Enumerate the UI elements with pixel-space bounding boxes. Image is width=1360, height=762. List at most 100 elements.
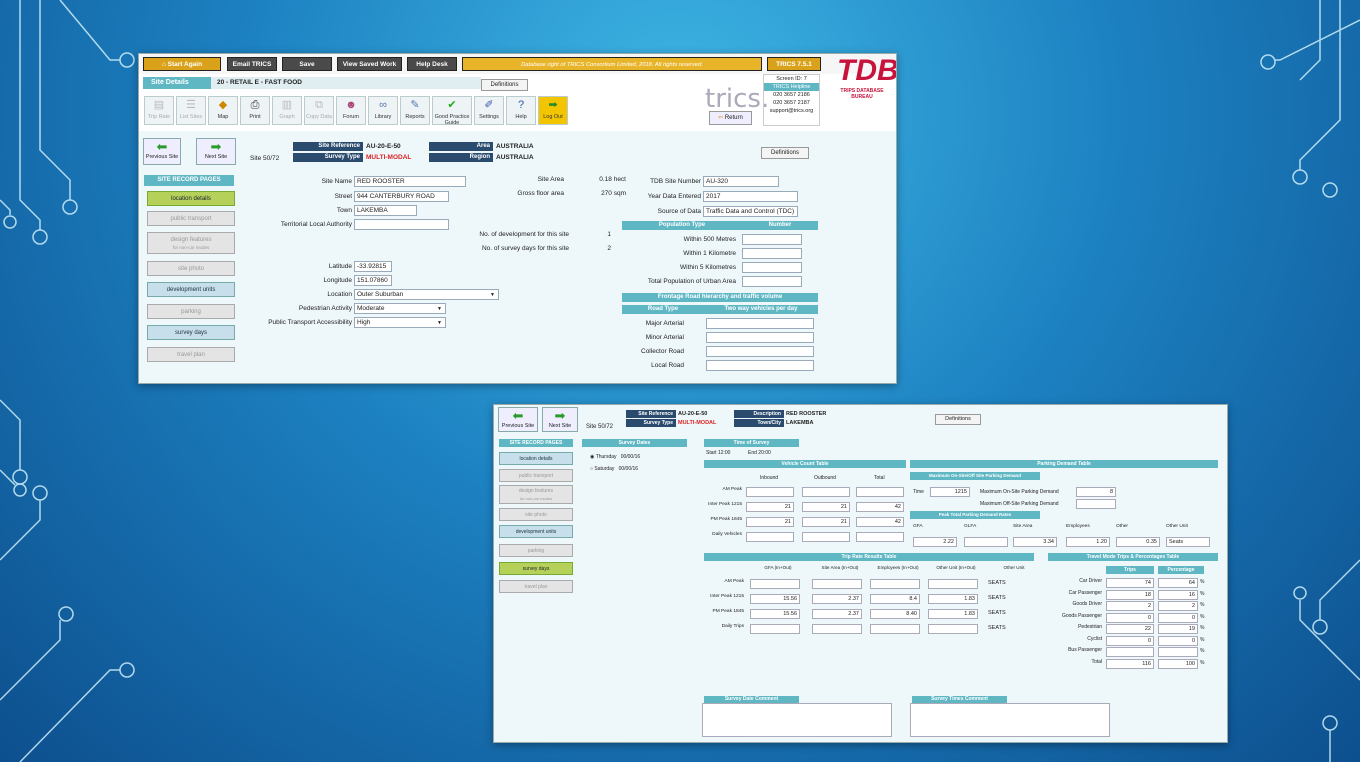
next-site-button[interactable]: ➡ Next Site [196,138,236,165]
town-field[interactable]: LAKEMBA [354,205,417,216]
survey-date-comment-field[interactable] [702,703,892,737]
trt-cell[interactable] [928,624,978,634]
tm-percent-cell[interactable]: 2 [1158,601,1198,611]
pdt-rate-cell[interactable] [964,537,1008,547]
minor-arterial-field[interactable] [706,332,814,343]
pop-500m-field[interactable] [742,234,802,245]
trt-cell[interactable]: 15.56 [750,609,800,619]
tm-trips-cell[interactable]: 74 [1106,578,1154,588]
definitions-button[interactable]: Definitions [761,147,809,159]
trt-cell[interactable] [812,579,862,589]
sidebar2-public-transport[interactable]: public transport [499,469,573,482]
trt-cell[interactable]: 8.40 [870,609,920,619]
parking-time-value[interactable]: 1215 [930,487,970,497]
vct-cell[interactable]: 21 [802,502,850,512]
trt-cell[interactable] [750,624,800,634]
settings-tool[interactable]: ✐ Settings [474,96,504,125]
vct-cell[interactable] [802,532,850,542]
trt-cell[interactable] [870,579,920,589]
trt-cell[interactable] [870,624,920,634]
tm-percent-cell[interactable]: 19 [1158,624,1198,634]
pop-5km-field[interactable] [742,262,802,273]
sidebar-item-site-photo[interactable]: site photo [147,261,235,276]
email-trics-button[interactable]: Email TRICS [227,57,277,71]
tm-trips-cell[interactable]: 2 [1106,601,1154,611]
pdt-rate-cell[interactable]: Seats [1166,537,1210,547]
trt-cell[interactable]: 8.4 [870,594,920,604]
library-tool[interactable]: ∞ Library [368,96,398,125]
view-saved-work-button[interactable]: View Saved Work [337,57,402,71]
sidebar2-location-details[interactable]: location details [499,452,573,465]
tla-field[interactable] [354,219,449,230]
year-entered-field[interactable]: 2017 [703,191,798,202]
graph-tool[interactable]: ▥ Graph [272,96,302,125]
tm-percent-cell[interactable]: 0 [1158,635,1198,646]
pdt-rate-cell[interactable]: 1.20 [1066,537,1110,547]
pdt-rate-cell[interactable]: 3.34 [1013,537,1057,547]
help-desk-button[interactable]: Help Desk [407,57,457,71]
print-tool[interactable]: ⎙ Print [240,96,270,125]
major-arterial-field[interactable] [706,318,814,329]
location-select[interactable]: Outer Suburban ▼ [354,289,499,300]
vct-cell[interactable] [856,532,904,542]
tm-trips-cell[interactable]: 0 [1106,612,1154,623]
tm-trips-cell[interactable]: 22 [1106,624,1154,634]
forum-tool[interactable]: ☻ Forum [336,96,366,125]
definitions-button-top[interactable]: Definitions [481,79,528,91]
collector-road-field[interactable] [706,346,814,357]
site-name-field[interactable]: RED ROOSTER [354,176,466,187]
help-tool[interactable]: ? Help [506,96,536,125]
previous-site-button-2[interactable]: ⬅ Previous Site [498,407,538,432]
pop-urban-field[interactable] [742,276,802,287]
list-sites-tool[interactable]: ☰ List Sites [176,96,206,125]
tm-trips-cell[interactable] [1106,647,1154,657]
sidebar-item-travel-plan[interactable]: travel plan [147,347,235,362]
tdb-number-field[interactable]: AU-320 [703,176,779,187]
reports-tool[interactable]: ✎ Reports [400,96,430,125]
log-out-tool[interactable]: ➡ Log Out [538,96,568,125]
sidebar2-parking[interactable]: parking [499,544,573,557]
trt-cell[interactable]: 2.37 [812,594,862,604]
sidebar2-travel-plan[interactable]: travel plan [499,580,573,593]
trt-cell[interactable] [928,579,978,589]
max-offsite-value[interactable] [1076,499,1116,509]
tm-percent-cell[interactable] [1158,647,1198,657]
tm-percent-cell[interactable]: 16 [1158,589,1198,600]
save-button[interactable]: Save [282,57,332,71]
street-field[interactable]: 944 CANTERBURY ROAD [354,191,449,202]
good-practice-guide-tool[interactable]: ✔ Good Practice Guide [432,96,472,126]
map-tool[interactable]: ◆ Map [208,96,238,125]
vct-cell[interactable] [746,487,794,497]
trt-cell[interactable]: 2.37 [812,609,862,619]
tm-percent-cell[interactable]: 0 [1158,612,1198,623]
trt-cell[interactable]: 15.56 [750,594,800,604]
vct-cell[interactable] [802,487,850,497]
date-saturday[interactable]: ○ Saturday 00/00/16 [590,466,638,472]
sidebar2-site-photo[interactable]: site photo [499,508,573,521]
trt-cell[interactable]: 1.83 [928,594,978,604]
sidebar-item-design-features[interactable]: design features for non-car modes [147,232,235,254]
vct-cell[interactable]: 42 [856,502,904,512]
max-onsite-value[interactable]: 8 [1076,487,1116,497]
vct-cell[interactable]: 42 [856,517,904,527]
start-again-button[interactable]: ⌂ Start Again [143,57,221,71]
sidebar2-development-units[interactable]: development units [499,525,573,538]
longitude-field[interactable]: 151.07860 [354,275,392,286]
tm-percent-cell[interactable]: 64 [1158,578,1198,588]
trt-cell[interactable] [750,579,800,589]
sidebar-item-survey-days[interactable]: survey days [147,325,235,340]
next-site-button-2[interactable]: ➡ Next Site [542,407,578,432]
tm-percent-cell[interactable]: 100 [1158,658,1198,669]
sidebar-item-parking[interactable]: parking [147,304,235,319]
sidebar-item-development-units[interactable]: development units [147,282,235,297]
date-thursday[interactable]: ◉ Thursday 00/00/16 [590,454,640,460]
definitions-button-2[interactable]: Definitions [935,414,981,425]
trt-cell[interactable]: 1.83 [928,609,978,619]
source-field[interactable]: Traffic Data and Control (TDC) [703,206,798,217]
pdt-rate-cell[interactable]: 0.35 [1116,537,1160,547]
trip-rate-tool[interactable]: ▤ Trip Rate [144,96,174,125]
trt-cell[interactable] [812,624,862,634]
sidebar2-design-features[interactable]: design features for non-car modes [499,485,573,504]
sidebar-item-location-details[interactable]: location details [147,191,235,206]
sidebar2-survey-days[interactable]: survey days [499,562,573,575]
